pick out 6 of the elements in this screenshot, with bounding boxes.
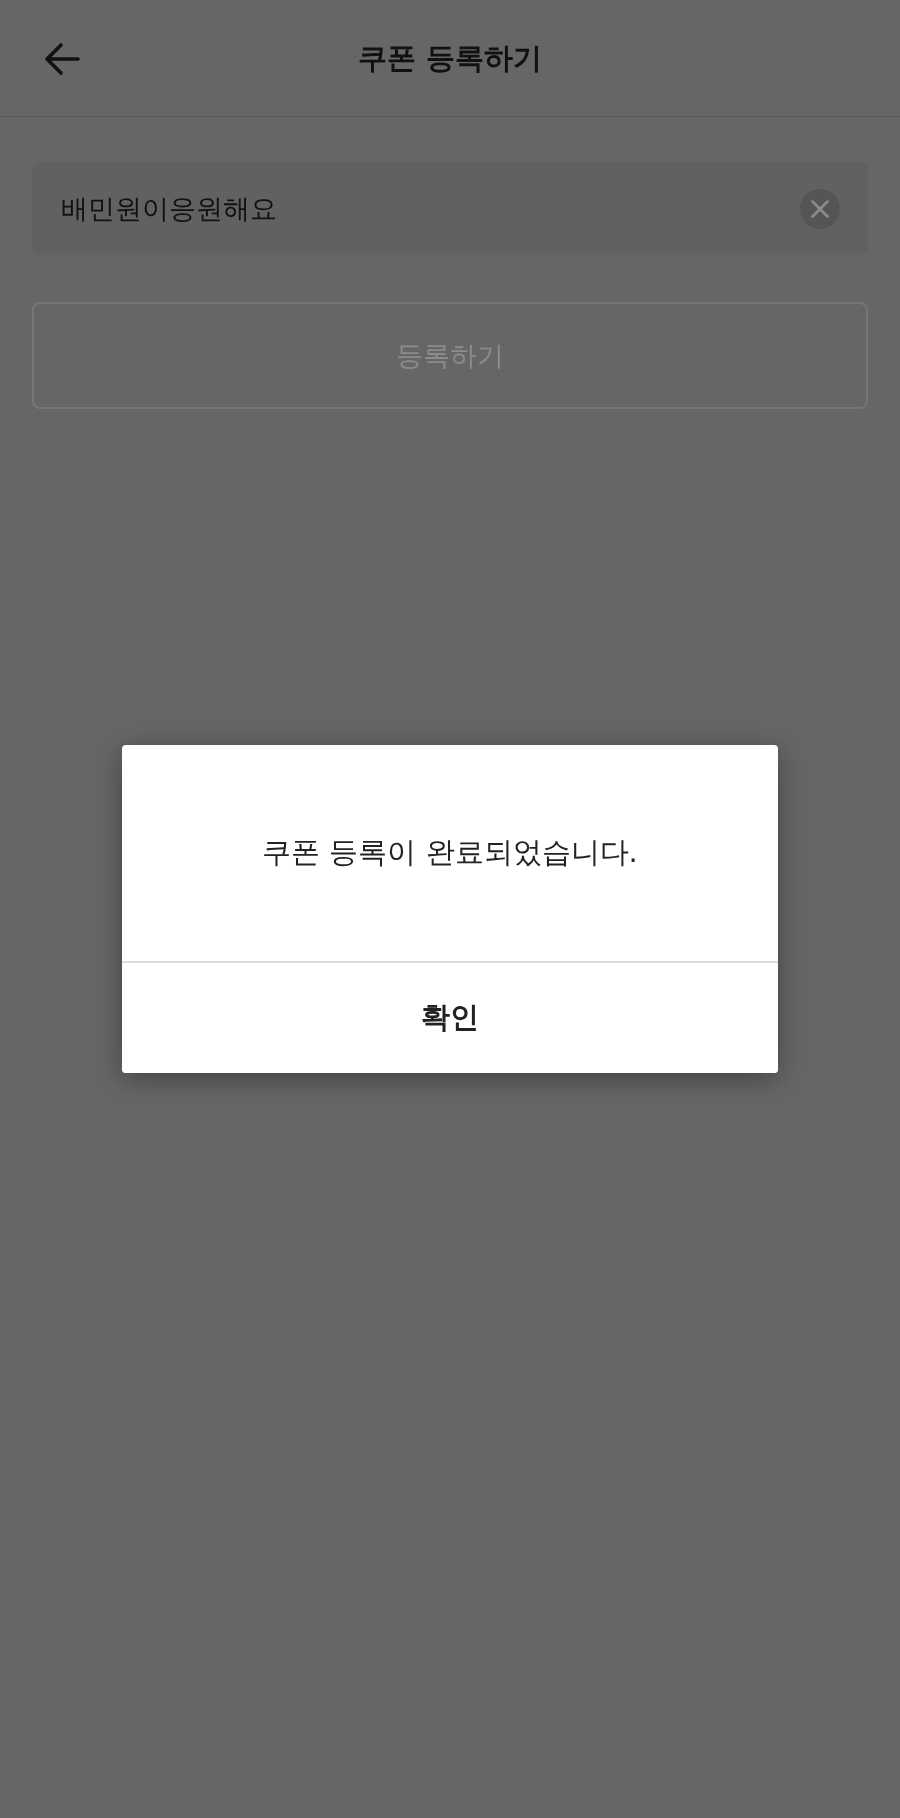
coupon-code-text: 배민원이응원해요	[61, 191, 277, 226]
clear-icon[interactable]	[800, 188, 840, 229]
page-title: 쿠폰 등록하기	[357, 40, 543, 77]
back-arrow-icon[interactable]	[44, 41, 80, 77]
coupon-input-field[interactable]: 배민원이응원해요	[32, 162, 868, 255]
confirm-button[interactable]: 확인	[122, 963, 778, 1073]
